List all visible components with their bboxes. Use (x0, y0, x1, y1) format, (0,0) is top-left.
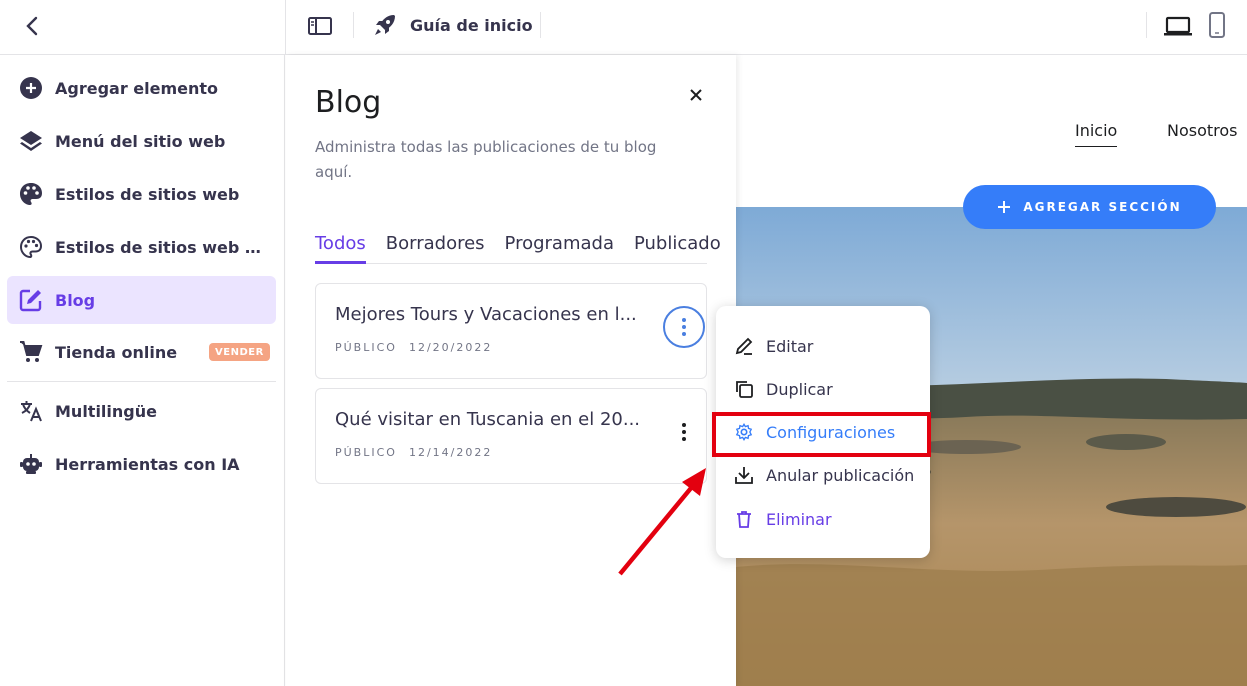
palette-icon (19, 182, 43, 206)
translate-icon (19, 399, 43, 423)
top-bar: Guía de inicio (0, 0, 1247, 55)
sidebar-item-add-element[interactable]: Agregar elemento (7, 64, 276, 112)
blog-panel: Blog Administra todas las publicaciones … (286, 55, 736, 686)
post-meta: PÚBLICO 12/14/2022 (335, 446, 492, 459)
sell-badge: VENDER (209, 343, 270, 361)
sidebar-item-label: Estilos de sitios web de di... (55, 237, 265, 257)
sidebar-item-label: Multilingüe (55, 401, 157, 421)
sidebar-item-label: Herramientas con IA (55, 454, 240, 474)
blog-tabs: Todos Borradores Programada Publicado (315, 233, 721, 264)
sidebar-item-label: Tienda online (55, 342, 178, 362)
top-separator (1146, 12, 1147, 38)
more-vertical-icon (682, 318, 686, 336)
arrow-annotation-icon (618, 468, 706, 576)
sidebar-item-site-styles[interactable]: Estilos de sitios web (7, 170, 276, 218)
pencil-icon (734, 336, 754, 356)
nav-link-about[interactable]: Nosotros (1167, 121, 1238, 140)
laptop-icon (1164, 16, 1192, 36)
post-title: Mejores Tours y Vacaciones en l... (335, 304, 637, 325)
sidebar-item-label: Blog (55, 290, 96, 310)
add-section-button[interactable]: AGREGAR SECCIÓN (963, 185, 1216, 229)
tab-all[interactable]: Todos (315, 233, 366, 264)
menu-item-unpublish[interactable]: Anular publicación (734, 460, 914, 490)
post-options-button[interactable] (663, 306, 705, 348)
top-separator (353, 12, 354, 38)
post-options-button[interactable] (663, 411, 705, 453)
smartphone-icon (1209, 12, 1225, 38)
edit-icon (19, 288, 43, 312)
chevron-left-icon (26, 16, 38, 36)
download-icon (734, 465, 754, 485)
menu-item-label: Eliminar (766, 509, 832, 529)
sidebar-item-online-store[interactable]: Tienda online VENDER (7, 328, 276, 376)
back-button[interactable] (18, 12, 46, 40)
post-status: PÚBLICO (335, 446, 397, 459)
nav-link-home[interactable]: Inicio (1075, 121, 1118, 147)
menu-item-duplicate[interactable]: Duplicar (734, 374, 833, 404)
desktop-view-button[interactable] (1163, 12, 1193, 40)
add-section-label: AGREGAR SECCIÓN (1023, 200, 1182, 214)
top-divider (285, 0, 286, 55)
trash-icon (734, 509, 754, 529)
menu-item-label: Anular publicación (766, 465, 915, 485)
post-card[interactable]: Mejores Tours y Vacaciones en l... PÚBLI… (315, 283, 707, 379)
post-date: 12/20/2022 (408, 341, 493, 354)
sidebar-item-label: Menú del sitio web (55, 131, 226, 151)
top-separator (540, 12, 541, 38)
sidebar-layout-icon (308, 17, 332, 35)
sidebar-toggle-button[interactable] (306, 12, 334, 40)
tab-drafts[interactable]: Borradores (386, 233, 485, 264)
close-icon (690, 89, 702, 101)
post-title: Qué visitar en Tuscania en el 20... (335, 409, 641, 430)
cart-icon (19, 340, 43, 364)
sidebar: Agregar elemento Menú del sitio web Esti… (0, 55, 285, 686)
menu-item-label: Duplicar (766, 379, 833, 399)
sidebar-item-multilingual[interactable]: Multilingüe (7, 387, 276, 435)
robot-icon (19, 452, 43, 476)
menu-item-delete[interactable]: Eliminar (734, 504, 832, 534)
palette-outline-icon (19, 235, 43, 259)
copy-icon (734, 379, 754, 399)
close-button[interactable] (684, 83, 708, 107)
sidebar-divider (7, 381, 276, 382)
tab-scheduled[interactable]: Programada (505, 233, 614, 264)
post-date: 12/14/2022 (408, 446, 493, 459)
getting-started-guide[interactable]: Guía de inicio (372, 10, 533, 40)
plus-icon (998, 201, 1011, 213)
mobile-view-button[interactable] (1205, 10, 1229, 40)
post-status: PÚBLICO (335, 341, 397, 354)
post-meta: PÚBLICO 12/20/2022 (335, 341, 492, 354)
sidebar-item-ai-tools[interactable]: Herramientas con IA (7, 440, 276, 488)
menu-item-edit[interactable]: Editar (734, 331, 813, 361)
panel-title: Blog (315, 85, 382, 120)
sidebar-item-label: Estilos de sitios web (55, 184, 240, 204)
layers-icon (19, 129, 43, 153)
plus-circle-icon (19, 76, 43, 100)
rocket-icon (375, 15, 395, 35)
guide-label: Guía de inicio (410, 15, 533, 35)
more-vertical-icon (682, 423, 686, 441)
sidebar-item-site-menu[interactable]: Menú del sitio web (7, 117, 276, 165)
panel-description: Administra todas las publicaciones de tu… (315, 138, 657, 181)
menu-item-label: Editar (766, 336, 814, 356)
sidebar-item-blog[interactable]: Blog (7, 276, 276, 324)
sidebar-item-site-styles-2[interactable]: Estilos de sitios web de di... (7, 223, 276, 271)
tab-published[interactable]: Publicado (634, 233, 721, 264)
highlight-annotation (712, 412, 931, 457)
sidebar-item-label: Agregar elemento (55, 78, 219, 98)
